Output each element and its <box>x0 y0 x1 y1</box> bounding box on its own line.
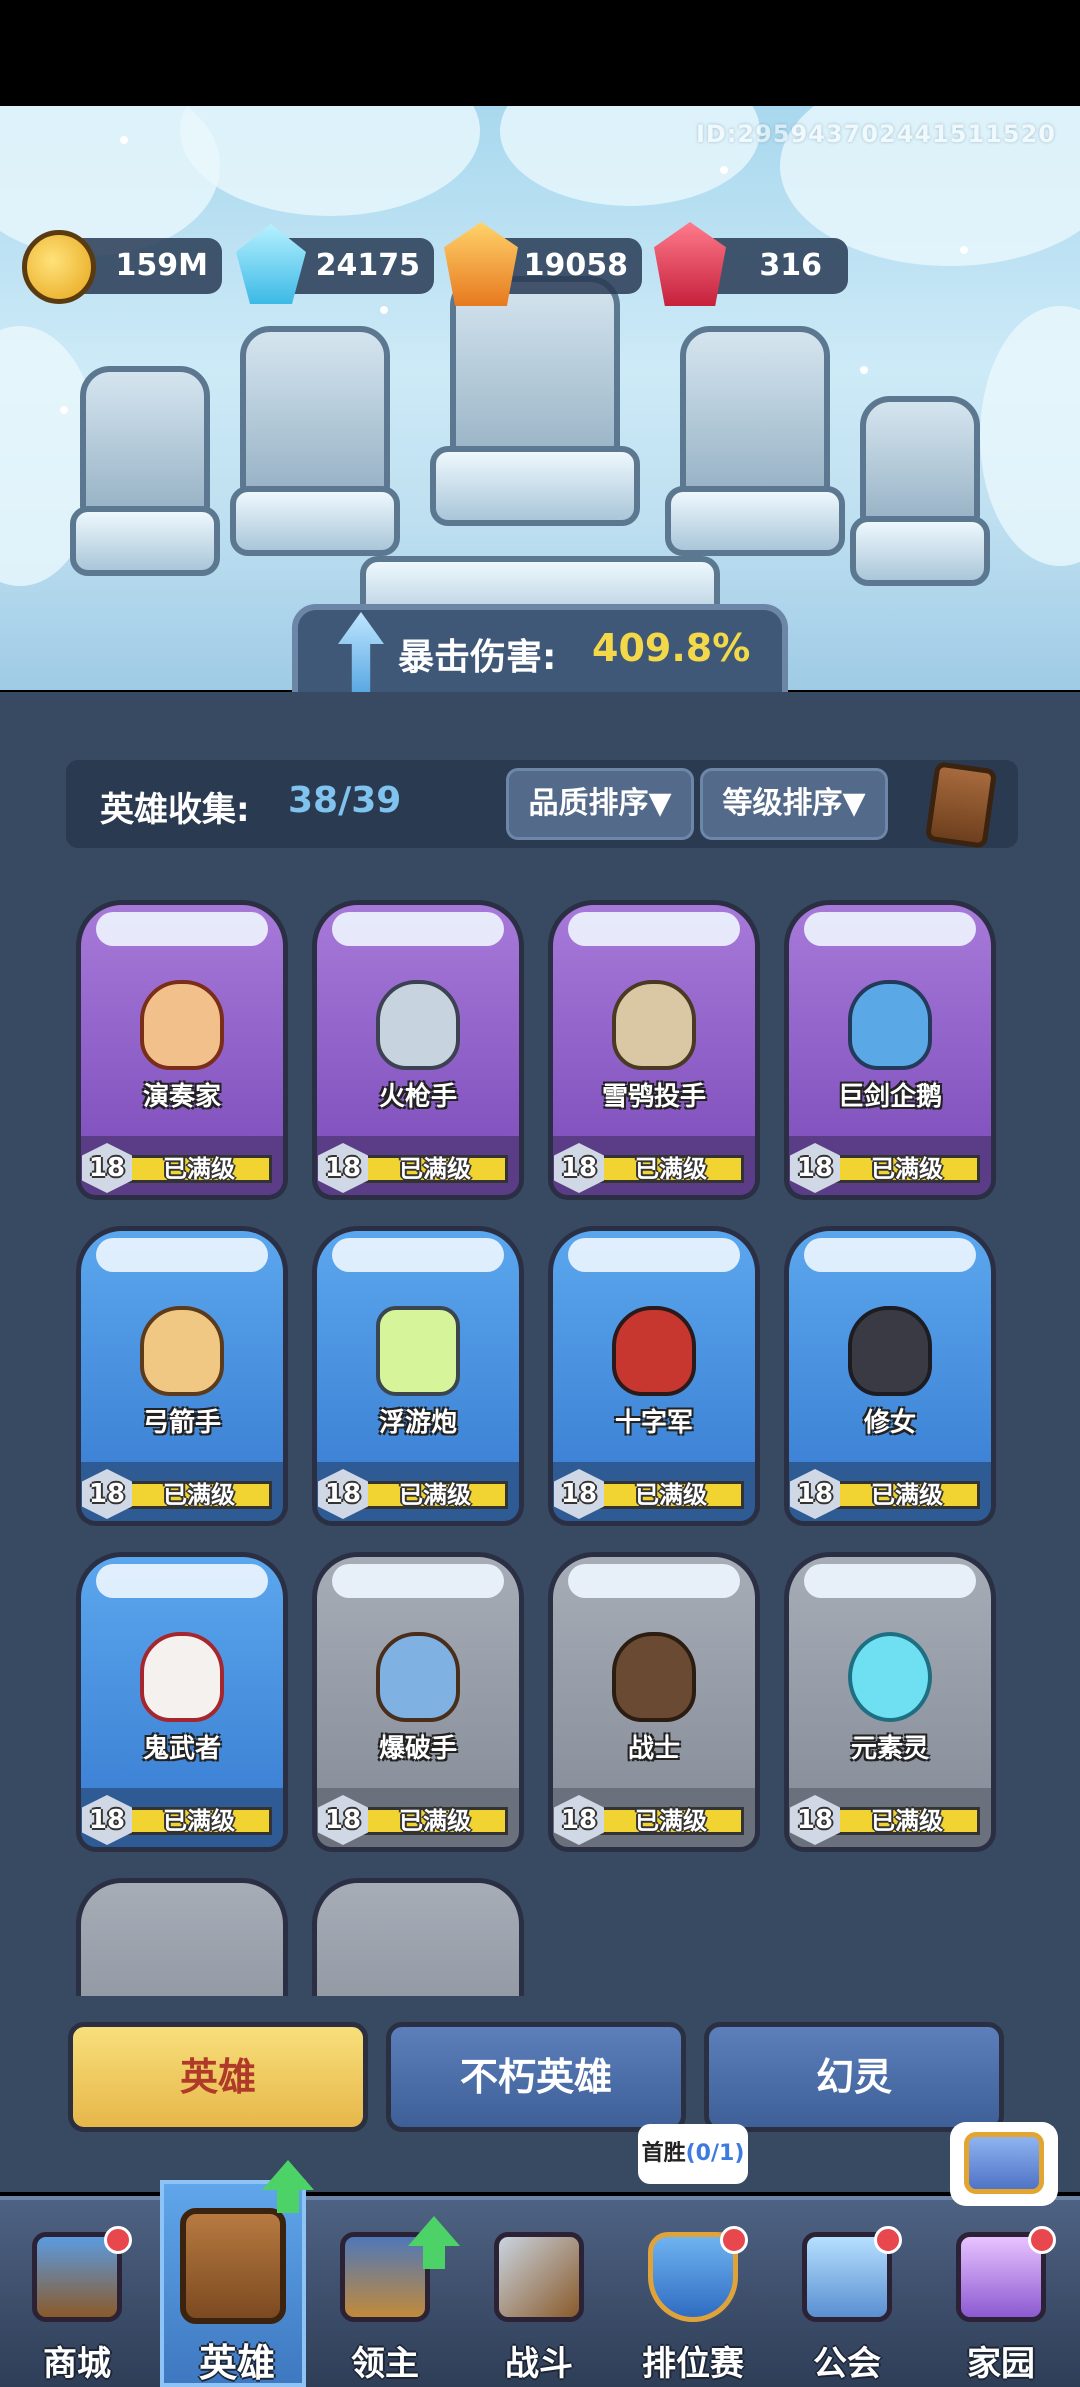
max-level-badge: 已满级 <box>834 1481 980 1509</box>
nav-shop[interactable]: 商城 <box>0 2196 154 2387</box>
hero-card[interactable]: 雪鸮投手 已满级 18 <box>548 900 760 1200</box>
upgrade-arrow-icon <box>408 2216 460 2246</box>
nav-label: 英雄 <box>198 2341 275 2385</box>
sword-penguin-portrait-icon <box>848 980 932 1070</box>
first-win-count: (0/1) <box>685 2141 745 2166</box>
snow-owl-portrait-icon <box>612 980 696 1070</box>
hero-name: 演奏家 <box>142 1082 221 1112</box>
nav-label: 战斗 <box>505 2344 573 2384</box>
ruby-value: 316 <box>759 248 822 283</box>
hero-card[interactable]: 火枪手 已满级 18 <box>312 900 524 1200</box>
hero-name: 鬼武者 <box>142 1734 221 1764</box>
nav-home[interactable]: 家园 <box>924 2196 1078 2387</box>
floating-cannon-portrait-icon <box>376 1306 460 1396</box>
card-deck-icon <box>924 761 998 849</box>
archer-portrait-icon <box>140 1306 224 1396</box>
player-id: ID:295943702441511520 <box>695 120 1056 148</box>
hero-card[interactable]: 巨剑企鹅 已满级 18 <box>784 900 996 1200</box>
hero-card[interactable]: 演奏家 已满级 18 <box>76 900 288 1200</box>
hero-card[interactable]: 鬼武者 已满级 18 <box>76 1552 288 1852</box>
nav-label: 公会 <box>813 2344 881 2384</box>
crusader-portrait-icon <box>612 1306 696 1396</box>
nav-label: 领主 <box>351 2344 419 2384</box>
treasure-chest-icon <box>964 2132 1044 2194</box>
gunner-portrait-icon <box>376 980 460 1070</box>
nav-guild[interactable]: 公会 <box>770 2196 924 2387</box>
hero-name: 爆破手 <box>378 1734 457 1764</box>
max-level-badge: 已满级 <box>126 1807 272 1835</box>
upgrade-arrow-stem <box>423 2245 445 2269</box>
notification-dot <box>874 2226 902 2254</box>
first-win-label: 首胜 <box>641 2141 686 2166</box>
crystal-value: 24175 <box>315 248 420 283</box>
upgrade-arrow-stem <box>277 2189 299 2213</box>
collection-label: 英雄收集: <box>100 790 250 830</box>
max-level-badge: 已满级 <box>362 1807 508 1835</box>
hero-name: 战士 <box>627 1734 680 1764</box>
nav-ranked[interactable]: 排位赛 <box>616 2196 770 2387</box>
musician-portrait-icon <box>140 980 224 1070</box>
hero-card[interactable]: 弓箭手 已满级 18 <box>76 1226 288 1526</box>
elemental-portrait-icon <box>848 1632 932 1722</box>
oni-warrior-portrait-icon <box>140 1632 224 1722</box>
amber-value: 19058 <box>523 248 628 283</box>
tab-heroes[interactable]: 英雄 <box>68 2022 368 2132</box>
hero-name: 十字军 <box>614 1408 693 1438</box>
max-level-badge: 已满级 <box>362 1155 508 1183</box>
hero-name: 雪鸮投手 <box>601 1082 706 1112</box>
max-level-badge: 已满级 <box>598 1155 744 1183</box>
nav-battle[interactable]: 战斗 <box>462 2196 616 2387</box>
crit-damage-label: 暴击伤害: <box>398 637 557 678</box>
max-level-badge: 已满级 <box>598 1481 744 1509</box>
max-level-badge: 已满级 <box>834 1807 980 1835</box>
gold-value: 159M <box>115 248 208 283</box>
max-level-badge: 已满级 <box>598 1807 744 1835</box>
first-win-bubble: 首胜(0/1) <box>638 2124 748 2184</box>
bomber-portrait-icon <box>376 1632 460 1722</box>
notification-dot <box>720 2226 748 2254</box>
hero-card-partial[interactable] <box>76 1878 288 1996</box>
nav-label: 排位赛 <box>642 2344 744 2384</box>
status-bar <box>0 0 1080 106</box>
hero-name: 修女 <box>863 1408 916 1438</box>
max-level-badge: 已满级 <box>834 1155 980 1183</box>
tab-phantom[interactable]: 幻灵 <box>704 2022 1004 2132</box>
hero-card[interactable]: 浮游炮 已满级 18 <box>312 1226 524 1526</box>
gold-coin-icon <box>22 230 96 304</box>
notification-dot <box>1028 2226 1056 2254</box>
warrior-portrait-icon <box>612 1632 696 1722</box>
max-level-badge: 已满级 <box>126 1155 272 1183</box>
hero-name: 火枪手 <box>378 1082 457 1112</box>
sort-by-quality-button[interactable]: 品质排序▼ <box>506 768 694 840</box>
sort-by-level-button[interactable]: 等级排序▼ <box>700 768 888 840</box>
crossed-swords-icon <box>494 2232 584 2322</box>
nav-label: 家园 <box>967 2344 1035 2384</box>
nav-label: 商城 <box>43 2344 111 2384</box>
hero-hall-scene <box>0 106 1080 690</box>
hero-name: 元素灵 <box>850 1734 929 1764</box>
notification-dot <box>104 2226 132 2254</box>
hero-name: 弓箭手 <box>142 1408 221 1438</box>
hero-card-partial[interactable] <box>312 1878 524 1996</box>
upgrade-arrow-icon <box>262 2160 314 2190</box>
max-level-badge: 已满级 <box>126 1481 272 1509</box>
max-level-badge: 已满级 <box>362 1481 508 1509</box>
hero-card-icon <box>180 2208 286 2324</box>
hero-card[interactable]: 元素灵 已满级 18 <box>784 1552 996 1852</box>
tab-immortal-heroes[interactable]: 不朽英雄 <box>386 2022 686 2132</box>
hero-card[interactable]: 爆破手 已满级 18 <box>312 1552 524 1852</box>
collection-count: 38/39 <box>288 780 402 821</box>
hero-name: 巨剑企鹅 <box>837 1082 942 1112</box>
hero-card[interactable]: 修女 已满级 18 <box>784 1226 996 1526</box>
hero-card[interactable]: 战士 已满级 18 <box>548 1552 760 1852</box>
hero-card[interactable]: 十字军 已满级 18 <box>548 1226 760 1526</box>
nun-portrait-icon <box>848 1306 932 1396</box>
hero-name: 浮游炮 <box>378 1408 457 1438</box>
crit-damage-value: 409.8% <box>592 626 751 670</box>
